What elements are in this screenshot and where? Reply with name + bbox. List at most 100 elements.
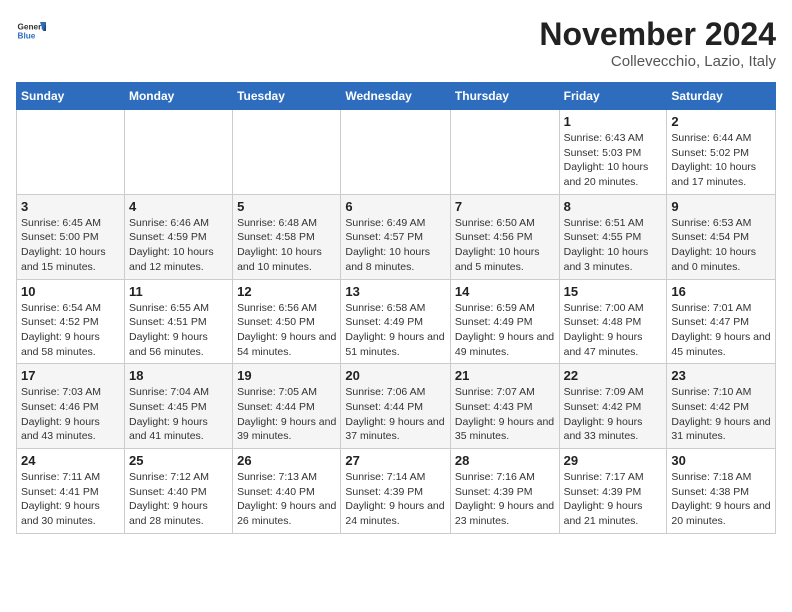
day-info: Sunrise: 6:58 AM Sunset: 4:49 PM Dayligh… xyxy=(345,301,446,360)
day-number: 20 xyxy=(345,368,446,383)
weekday-header-monday: Monday xyxy=(124,83,232,110)
calendar-cell: 6Sunrise: 6:49 AM Sunset: 4:57 PM Daylig… xyxy=(341,194,451,279)
day-info: Sunrise: 7:11 AM Sunset: 4:41 PM Dayligh… xyxy=(21,470,120,529)
location-title: Collevecchio, Lazio, Italy xyxy=(539,53,776,70)
calendar-cell: 17 Sunrise: 7:03 AM Sunset: 4:46 PM Dayli… xyxy=(17,364,125,449)
calendar-cell: 11Sunrise: 6:55 AM Sunset: 4:51 PM Dayli… xyxy=(124,279,232,364)
day-info: Sunrise: 7:00 AM Sunset: 4:48 PM Dayligh… xyxy=(564,301,663,360)
calendar-cell: 5 Sunrise: 6:48 AM Sunset: 4:58 PM Daylig… xyxy=(233,194,341,279)
day-number: 9 xyxy=(671,199,771,214)
calendar-cell: 4 Sunrise: 6:46 AM Sunset: 4:59 PM Daylig… xyxy=(124,194,232,279)
day-info: Sunrise: 6:48 AM Sunset: 4:58 PM Dayligh… xyxy=(237,216,336,275)
calendar-cell: 16 Sunrise: 7:01 AM Sunset: 4:47 PM Dayli… xyxy=(667,279,776,364)
weekday-header-row: SundayMondayTuesdayWednesdayThursdayFrid… xyxy=(17,83,776,110)
day-number: 12 xyxy=(237,284,336,299)
calendar-cell: 19 Sunrise: 7:05 AM Sunset: 4:44 PM Dayli… xyxy=(233,364,341,449)
day-info: Sunrise: 7:10 AM Sunset: 4:42 PM Dayligh… xyxy=(671,385,771,444)
day-info: Sunrise: 6:46 AM Sunset: 4:59 PM Dayligh… xyxy=(129,216,228,275)
day-number: 5 xyxy=(237,199,336,214)
day-number: 23 xyxy=(671,368,771,383)
day-info: Sunrise: 6:43 AM Sunset: 5:03 PM Dayligh… xyxy=(564,131,663,190)
calendar-cell xyxy=(17,110,125,195)
week-row-4: 17 Sunrise: 7:03 AM Sunset: 4:46 PM Dayli… xyxy=(17,364,776,449)
calendar-cell: 29Sunrise: 7:17 AM Sunset: 4:39 PM Dayli… xyxy=(559,449,667,534)
day-info: Sunrise: 6:44 AM Sunset: 5:02 PM Dayligh… xyxy=(671,131,771,190)
day-info: Sunrise: 6:49 AM Sunset: 4:57 PM Dayligh… xyxy=(345,216,446,275)
day-number: 18 xyxy=(129,368,228,383)
calendar-cell: 23 Sunrise: 7:10 AM Sunset: 4:42 PM Dayli… xyxy=(667,364,776,449)
calendar-cell xyxy=(450,110,559,195)
day-number: 8 xyxy=(564,199,663,214)
calendar-cell: 8Sunrise: 6:51 AM Sunset: 4:55 PM Daylig… xyxy=(559,194,667,279)
calendar-cell: 14 Sunrise: 6:59 AM Sunset: 4:49 PM Dayli… xyxy=(450,279,559,364)
week-row-1: 1 Sunrise: 6:43 AM Sunset: 5:03 PM Daylig… xyxy=(17,110,776,195)
calendar-cell: 28 Sunrise: 7:16 AM Sunset: 4:39 PM Dayli… xyxy=(450,449,559,534)
day-info: Sunrise: 7:12 AM Sunset: 4:40 PM Dayligh… xyxy=(129,470,228,529)
day-number: 1 xyxy=(564,114,663,129)
weekday-header-thursday: Thursday xyxy=(450,83,559,110)
calendar-cell: 26 Sunrise: 7:13 AM Sunset: 4:40 PM Dayli… xyxy=(233,449,341,534)
day-info: Sunrise: 7:06 AM Sunset: 4:44 PM Dayligh… xyxy=(345,385,446,444)
day-info: Sunrise: 6:56 AM Sunset: 4:50 PM Dayligh… xyxy=(237,301,336,360)
day-number: 17 xyxy=(21,368,120,383)
day-number: 15 xyxy=(564,284,663,299)
calendar-cell: 7Sunrise: 6:50 AM Sunset: 4:56 PM Daylig… xyxy=(450,194,559,279)
day-number: 14 xyxy=(455,284,555,299)
weekday-header-sunday: Sunday xyxy=(17,83,125,110)
calendar-cell: 3 Sunrise: 6:45 AM Sunset: 5:00 PM Daylig… xyxy=(17,194,125,279)
calendar-cell: 2 Sunrise: 6:44 AM Sunset: 5:02 PM Daylig… xyxy=(667,110,776,195)
day-number: 25 xyxy=(129,453,228,468)
day-number: 2 xyxy=(671,114,771,129)
day-info: Sunrise: 7:17 AM Sunset: 4:39 PM Dayligh… xyxy=(564,470,663,529)
day-number: 30 xyxy=(671,453,771,468)
weekday-header-friday: Friday xyxy=(559,83,667,110)
day-number: 24 xyxy=(21,453,120,468)
calendar-cell: 10Sunrise: 6:54 AM Sunset: 4:52 PM Dayli… xyxy=(17,279,125,364)
calendar-cell xyxy=(341,110,451,195)
day-number: 26 xyxy=(237,453,336,468)
calendar-cell: 12 Sunrise: 6:56 AM Sunset: 4:50 PM Dayli… xyxy=(233,279,341,364)
day-info: Sunrise: 6:53 AM Sunset: 4:54 PM Dayligh… xyxy=(671,216,771,275)
day-info: Sunrise: 7:05 AM Sunset: 4:44 PM Dayligh… xyxy=(237,385,336,444)
calendar-cell: 15 Sunrise: 7:00 AM Sunset: 4:48 PM Dayli… xyxy=(559,279,667,364)
day-number: 13 xyxy=(345,284,446,299)
title-block: November 2024 Collevecchio, Lazio, Italy xyxy=(539,16,776,70)
weekday-header-wednesday: Wednesday xyxy=(341,83,451,110)
day-number: 7 xyxy=(455,199,555,214)
day-info: Sunrise: 7:16 AM Sunset: 4:39 PM Dayligh… xyxy=(455,470,555,529)
week-row-3: 10Sunrise: 6:54 AM Sunset: 4:52 PM Dayli… xyxy=(17,279,776,364)
day-info: Sunrise: 7:03 AM Sunset: 4:46 PM Dayligh… xyxy=(21,385,120,444)
week-row-2: 3 Sunrise: 6:45 AM Sunset: 5:00 PM Daylig… xyxy=(17,194,776,279)
calendar-cell: 25 Sunrise: 7:12 AM Sunset: 4:40 PM Dayli… xyxy=(124,449,232,534)
day-info: Sunrise: 7:13 AM Sunset: 4:40 PM Dayligh… xyxy=(237,470,336,529)
weekday-header-saturday: Saturday xyxy=(667,83,776,110)
day-number: 28 xyxy=(455,453,555,468)
logo-icon: General Blue xyxy=(16,16,46,46)
calendar-cell: 9 Sunrise: 6:53 AM Sunset: 4:54 PM Daylig… xyxy=(667,194,776,279)
calendar-cell: 30 Sunrise: 7:18 AM Sunset: 4:38 PM Dayli… xyxy=(667,449,776,534)
calendar-table: SundayMondayTuesdayWednesdayThursdayFrid… xyxy=(16,82,776,534)
calendar-cell: 13 Sunrise: 6:58 AM Sunset: 4:49 PM Dayli… xyxy=(341,279,451,364)
day-number: 22 xyxy=(564,368,663,383)
day-info: Sunrise: 7:04 AM Sunset: 4:45 PM Dayligh… xyxy=(129,385,228,444)
weekday-header-tuesday: Tuesday xyxy=(233,83,341,110)
day-number: 16 xyxy=(671,284,771,299)
calendar-cell: 24 Sunrise: 7:11 AM Sunset: 4:41 PM Dayli… xyxy=(17,449,125,534)
day-number: 27 xyxy=(345,453,446,468)
day-number: 4 xyxy=(129,199,228,214)
day-info: Sunrise: 6:45 AM Sunset: 5:00 PM Dayligh… xyxy=(21,216,120,275)
day-info: Sunrise: 7:01 AM Sunset: 4:47 PM Dayligh… xyxy=(671,301,771,360)
day-info: Sunrise: 7:07 AM Sunset: 4:43 PM Dayligh… xyxy=(455,385,555,444)
day-number: 19 xyxy=(237,368,336,383)
calendar-cell: 21 Sunrise: 7:07 AM Sunset: 4:43 PM Dayli… xyxy=(450,364,559,449)
calendar-cell: 22 Sunrise: 7:09 AM Sunset: 4:42 PM Dayli… xyxy=(559,364,667,449)
month-title: November 2024 xyxy=(539,16,776,53)
svg-text:Blue: Blue xyxy=(18,32,36,41)
day-info: Sunrise: 7:18 AM Sunset: 4:38 PM Dayligh… xyxy=(671,470,771,529)
day-number: 3 xyxy=(21,199,120,214)
day-info: Sunrise: 7:09 AM Sunset: 4:42 PM Dayligh… xyxy=(564,385,663,444)
calendar-cell xyxy=(124,110,232,195)
calendar-cell: 18 Sunrise: 7:04 AM Sunset: 4:45 PM Dayli… xyxy=(124,364,232,449)
day-info: Sunrise: 6:59 AM Sunset: 4:49 PM Dayligh… xyxy=(455,301,555,360)
day-number: 21 xyxy=(455,368,555,383)
